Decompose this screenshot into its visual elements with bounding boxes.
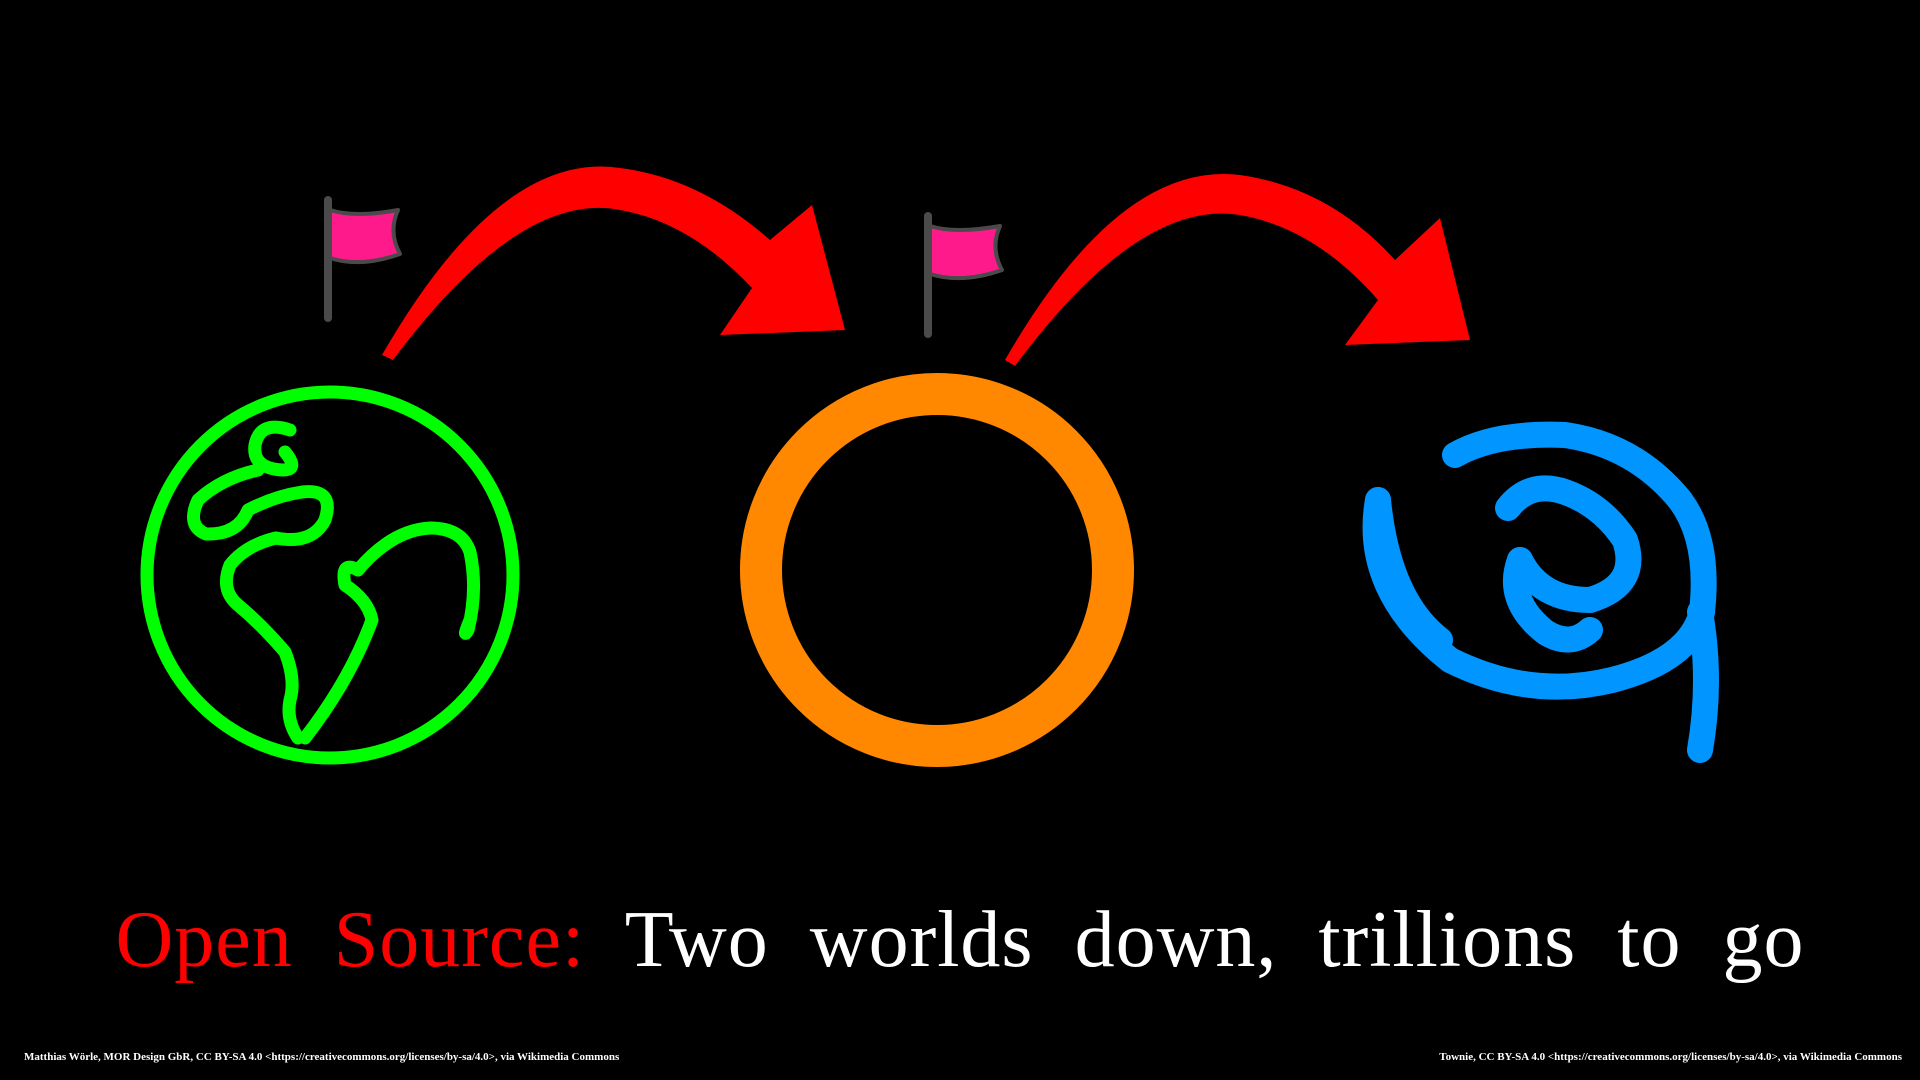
earth-globe-icon xyxy=(140,385,520,765)
flag-icon xyxy=(924,212,1004,338)
headline-prefix: Open Source: xyxy=(115,896,586,984)
curved-arrow-icon xyxy=(382,166,845,360)
image-credit-left: Matthias Wörle, MOR Design GbR, CC BY-SA… xyxy=(24,1051,620,1063)
slide-headline: Open Source: Two worlds down, trillions … xyxy=(0,880,1920,1000)
curved-arrow-icon xyxy=(1005,173,1470,366)
spiral-galaxy-icon xyxy=(1362,421,1719,763)
planet-ring-icon xyxy=(740,373,1134,767)
image-credit-right: Townie, CC BY-SA 4.0 <https://creativeco… xyxy=(1439,1051,1902,1063)
headline-text: Two worlds down, trillions to go xyxy=(624,896,1805,984)
flag-icon xyxy=(324,196,402,322)
